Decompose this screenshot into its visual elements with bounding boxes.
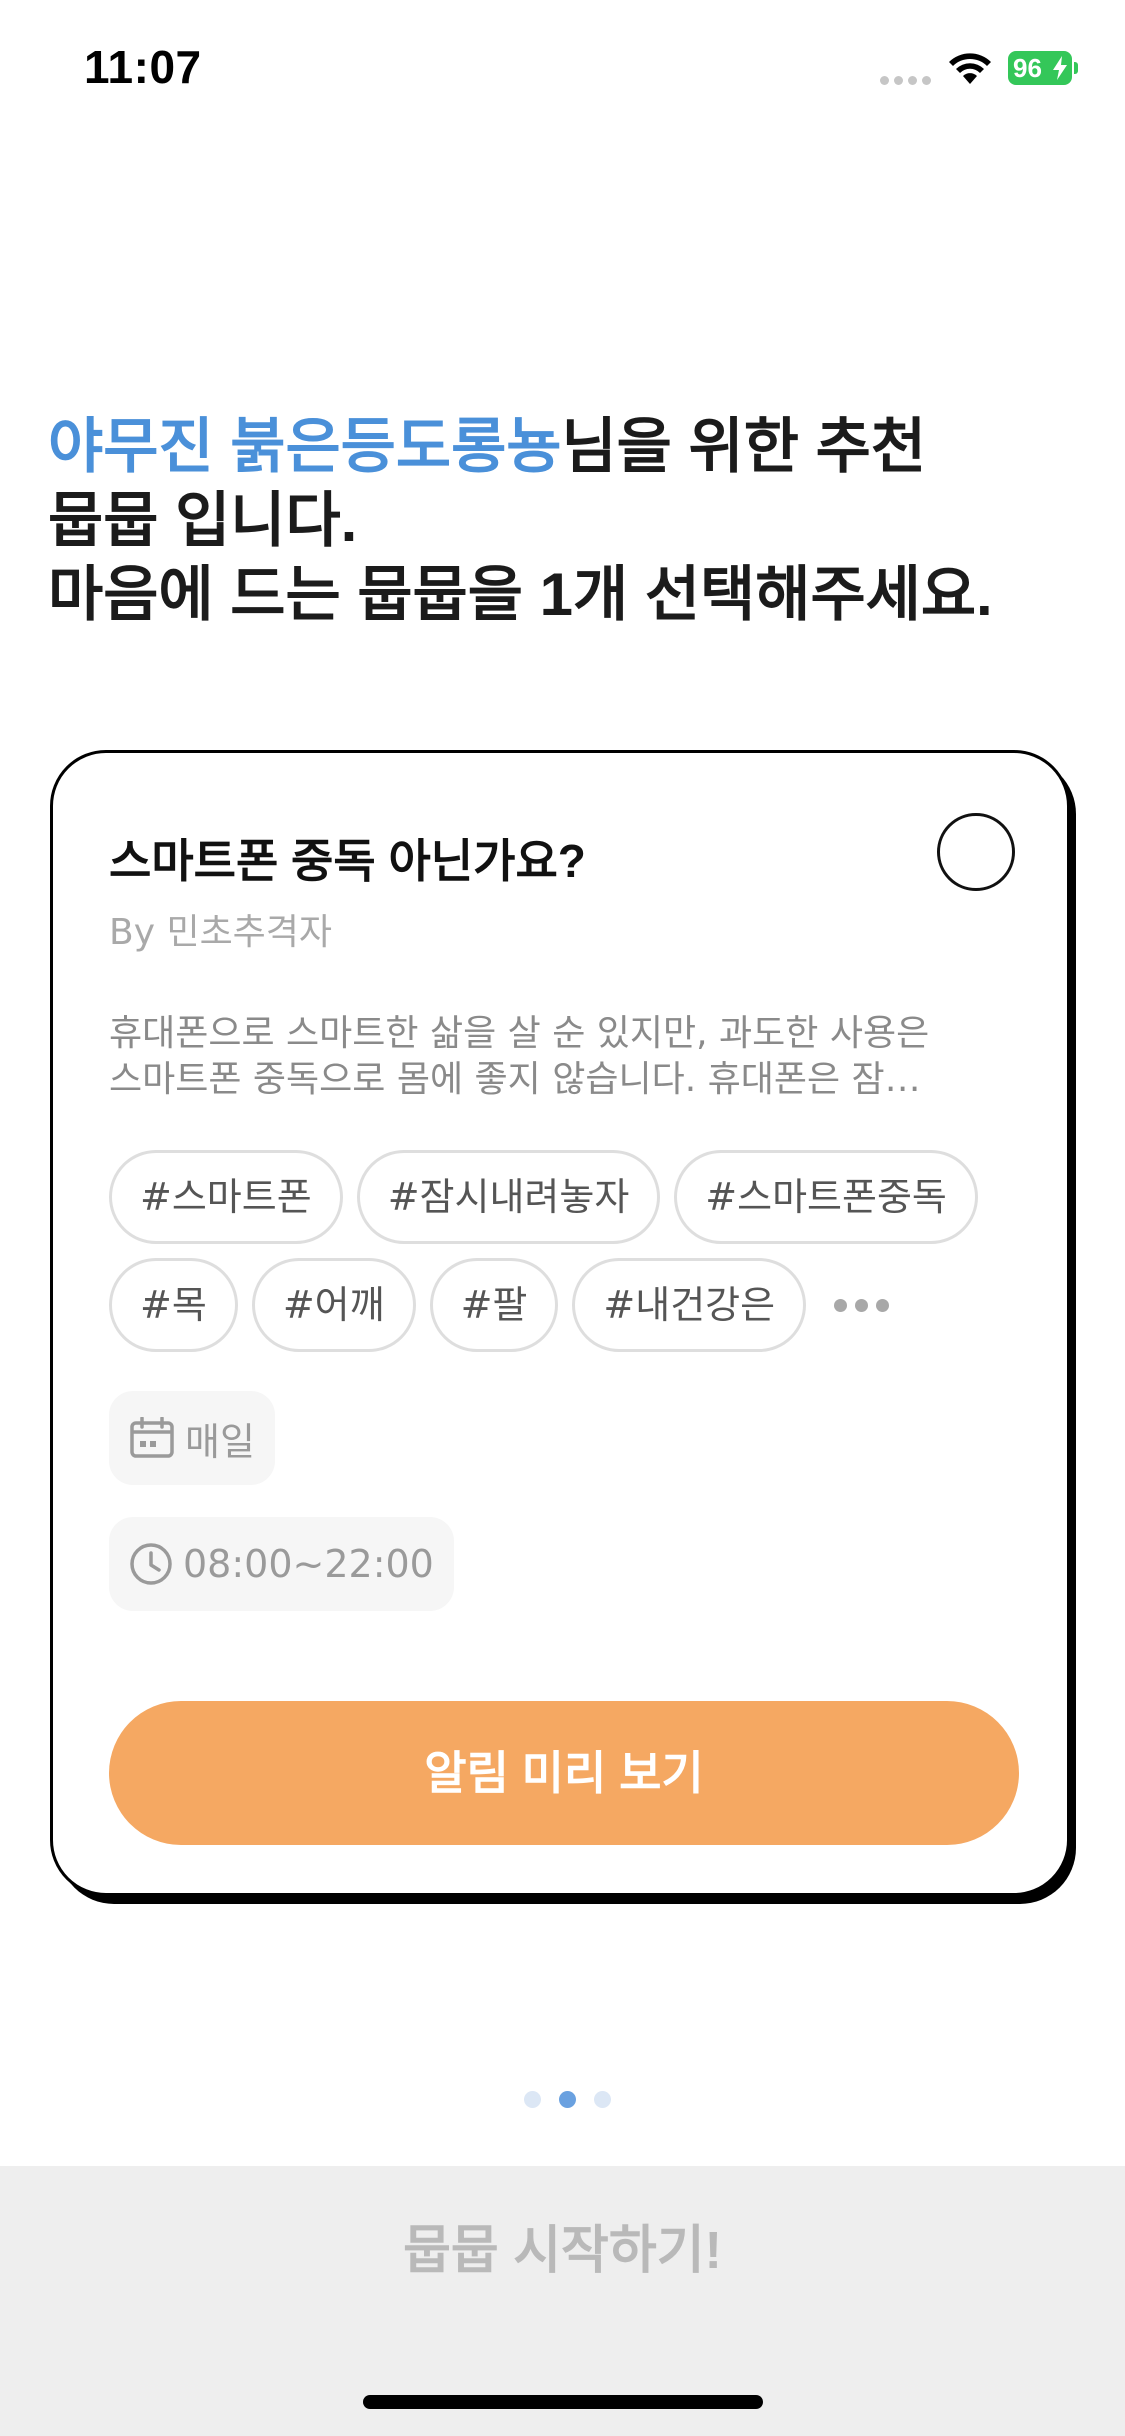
clock-icon [130, 1543, 172, 1585]
tag-list: #스마트폰 #잠시내려놓자 #스마트폰중독 #목 #어깨 #팔 #내건강은 [109, 1150, 1029, 1366]
schedule-days: 매일 [185, 1419, 255, 1464]
page-indicator [524, 2091, 611, 2108]
schedule-time-chip: 08:00~22:00 [109, 1517, 454, 1611]
description-line-2: 스마트폰 중독으로 몸에 좋지 않습니다. 휴대폰은 잠… [109, 1059, 921, 1100]
heading-line-3: 마음에 드는 뭅뭅을 1개 선택해주세요. [48, 561, 993, 628]
page-dot[interactable] [524, 2091, 541, 2108]
tag-row-2: #목 #어깨 #팔 #내건강은 [109, 1258, 1029, 1352]
wifi-icon [949, 53, 991, 84]
card-title: 스마트폰 중독 아닌가요? [109, 835, 586, 887]
battery-icon: 96 [1008, 51, 1078, 85]
start-button[interactable]: 뭅뭅 시작하기! [0, 2166, 1125, 2336]
notification-preview-button[interactable]: 알림 미리 보기 [109, 1701, 1019, 1845]
user-nickname: 야무진 붉은등도롱뇽 [48, 413, 562, 480]
cellular-signal-icon [880, 76, 931, 85]
page-dot-active[interactable] [559, 2091, 576, 2108]
calendar-icon [130, 1417, 174, 1458]
home-indicator[interactable] [363, 2395, 763, 2409]
description-line-1: 휴대폰으로 스마트한 삶을 살 순 있지만, 과도한 사용은 [109, 1013, 930, 1054]
tag-chip[interactable]: #팔 [429, 1258, 559, 1352]
heading-line-1: 야무진 붉은등도롱뇽님을 위한 추천 [48, 410, 1088, 484]
select-radio-button[interactable] [937, 813, 1015, 891]
schedule-time: 08:00~22:00 [183, 1542, 434, 1586]
tag-chip[interactable]: #스마트폰중독 [674, 1150, 978, 1244]
tag-row-1: #스마트폰 #잠시내려놓자 #스마트폰중독 [109, 1150, 1029, 1244]
card-description: 휴대폰으로 스마트한 삶을 살 순 있지만, 과도한 사용은 스마트폰 중독으로… [109, 1011, 1019, 1103]
page-dot[interactable] [594, 2091, 611, 2108]
more-tags-icon[interactable] [834, 1298, 890, 1312]
charging-bolt-icon [1053, 56, 1067, 80]
tag-chip[interactable]: #잠시내려놓자 [356, 1150, 661, 1244]
tag-chip[interactable]: #내건강은 [572, 1258, 807, 1352]
status-time: 11:07 [84, 41, 202, 93]
schedule-days-chip: 매일 [109, 1391, 275, 1485]
tag-chip[interactable]: #스마트폰 [109, 1150, 343, 1244]
tag-chip[interactable]: #어깨 [251, 1258, 416, 1352]
battery-cap [1074, 62, 1078, 74]
heading-line-1-suffix: 님을 위한 추천 [561, 413, 927, 480]
recommendation-card[interactable]: 스마트폰 중독 아닌가요? By 민초추격자 휴대폰으로 스마트한 삶을 살 순… [50, 750, 1070, 1896]
card-author: By 민초추격자 [109, 912, 333, 953]
recommendation-heading: 야무진 붉은등도롱뇽님을 위한 추천 뭅뭅 입니다. 마음에 드는 뭅뭅을 1개… [48, 410, 1088, 632]
screen: 11:07 96 야무진 붉은등도롱뇽님을 위한 추천 뭅뭅 입니다. 마음에 … [0, 0, 1125, 2436]
tag-chip[interactable]: #목 [109, 1258, 238, 1352]
heading-line-2: 뭅뭅 입니다. [48, 487, 358, 554]
status-bar: 11:07 96 [0, 0, 1125, 140]
